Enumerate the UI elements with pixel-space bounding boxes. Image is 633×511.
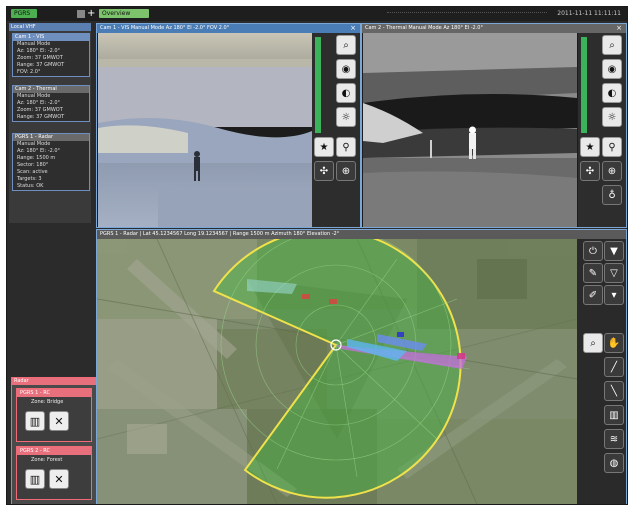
- contrast-icon[interactable]: ◐: [602, 83, 622, 103]
- sensor-card-line: Scan: active: [17, 169, 48, 175]
- globe-icon[interactable]: ◍: [604, 453, 624, 473]
- map-window: PGRS 1 - Radar | Lat 45.1234567 Long 19.…: [96, 229, 627, 504]
- map-title: PGRS 1 - Radar | Lat 45.1234567 Long 19.…: [97, 230, 626, 239]
- star-icon[interactable]: ★: [580, 137, 600, 157]
- sensor-card-title: Cam 2 - Thermal: [13, 86, 89, 93]
- status-divider: [387, 12, 547, 16]
- camera-video-feed[interactable]: [98, 33, 312, 227]
- sensor-card-radar[interactable]: PGRS 1 - Radar Manual Mode Az: 180° El: …: [12, 133, 90, 191]
- link-icon[interactable]: ⚲: [336, 137, 356, 157]
- zoom-slider[interactable]: [315, 37, 321, 133]
- zoom-icon[interactable]: ⌕: [602, 35, 622, 55]
- triangle-icon[interactable]: ▾: [604, 285, 624, 305]
- sensor-card-line: Status: OK: [17, 183, 44, 189]
- sensor-card-line: Manual Mode: [17, 141, 51, 147]
- sensor-list-header: Local VHF: [9, 23, 91, 31]
- power-icon[interactable]: ⏻: [583, 241, 603, 261]
- binoculars-icon[interactable]: ◉: [336, 59, 356, 79]
- ruler-icon[interactable]: ╲: [604, 381, 624, 401]
- star-icon[interactable]: ★: [314, 137, 334, 157]
- sensor-card-title: PGRS 1 - Radar: [13, 134, 89, 141]
- zone-box-title: PGRS 2 - RC: [17, 447, 91, 455]
- close-icon[interactable]: ✕: [49, 469, 69, 489]
- link-icon[interactable]: ⚲: [602, 137, 622, 157]
- app-window: PGRS + Overview 2011-11-11 11:11:11 Loca…: [6, 6, 628, 505]
- map-icon[interactable]: ▥: [25, 469, 45, 489]
- zoom-icon[interactable]: ⌕: [336, 35, 356, 55]
- zoom-slider[interactable]: [581, 37, 587, 133]
- move-icon[interactable]: ✣: [314, 161, 334, 181]
- hand-icon[interactable]: ✋: [604, 333, 624, 353]
- sensor-card-line: Az: 180° El: -2.0°: [17, 148, 61, 154]
- line-tool-icon[interactable]: ╱: [604, 357, 624, 377]
- brightness-icon[interactable]: ☼: [602, 107, 622, 127]
- close-icon[interactable]: ✕: [49, 411, 69, 431]
- funnel-icon[interactable]: ▽: [604, 263, 624, 283]
- sensor-card-line: Zoom: 37 GMWOT: [17, 107, 63, 113]
- sensor-card-line: Range: 1500 m: [17, 155, 56, 161]
- sensor-card-line: Sector: 180°: [17, 162, 49, 168]
- map-icon[interactable]: ▥: [25, 411, 45, 431]
- zone-box-line: Zone: Forest: [31, 457, 63, 463]
- sensor-card-line: Targets: 3: [17, 176, 42, 182]
- zone-box-2[interactable]: PGRS 2 - RC Zone: Forest ▥ ✕: [16, 446, 92, 500]
- sensor-list-panel: Local VHF Cam 1 - VIS Manual Mode Az: 18…: [9, 23, 91, 223]
- filter-icon[interactable]: ▼: [604, 241, 624, 261]
- mode-selector[interactable]: Overview: [99, 9, 149, 18]
- target-icon[interactable]: ⊕: [602, 161, 622, 181]
- map-layer-icon[interactable]: ▥: [604, 405, 624, 425]
- map-toolbar: ⏻ ▼ ✎ ▽ ✐ ▾ ⌕ ✋ ╱ ╲ ▥ ≋ ◍: [577, 239, 626, 504]
- layout-icon[interactable]: [77, 10, 85, 18]
- close-icon[interactable]: ×: [350, 24, 356, 33]
- sensor-card-line: FOV: 2.0°: [17, 69, 41, 75]
- binoculars-icon[interactable]: ◉: [602, 59, 622, 79]
- camera-video-feed[interactable]: [363, 33, 577, 227]
- sensor-card-title: Cam 1 - VIS: [13, 34, 89, 41]
- sensor-card-line: Manual Mode: [17, 41, 51, 47]
- sensor-card-cam2[interactable]: Cam 2 - Thermal Manual Mode Az: 180° El:…: [12, 85, 90, 122]
- sensor-card-line: Manual Mode: [17, 93, 51, 99]
- layers-icon[interactable]: ≋: [604, 429, 624, 449]
- sensor-card-cam1[interactable]: Cam 1 - VIS Manual Mode Az: 180° El: -2.…: [12, 33, 90, 77]
- zone-box-title: PGRS 1 - RC: [17, 389, 91, 397]
- add-icon[interactable]: +: [87, 7, 95, 21]
- sensor-card-line: Range: 37 GMWOT: [17, 114, 65, 120]
- crosshair-icon[interactable]: ⊕: [336, 161, 356, 181]
- camera-window-visible: Cam 1 - VIS Manual Mode Az 180° El -2.0°…: [96, 23, 361, 228]
- visible-scene: [98, 33, 312, 227]
- camera-controls: ⌕ ◉ ◐ ☼ ★ ⚲ ✣ ⊕: [312, 33, 360, 227]
- top-bar: PGRS + Overview 2011-11-11 11:11:11: [7, 7, 627, 21]
- pencil-icon[interactable]: ✐: [583, 285, 603, 305]
- zone-box-1[interactable]: PGRS 1 - RC Zone: Bridge ▥ ✕: [16, 388, 92, 442]
- move-icon[interactable]: ✣: [580, 161, 600, 181]
- camera-controls: ⌕ ◉ ◐ ☼ ★ ⚲ ✣ ⊕ ♁: [578, 33, 626, 227]
- sensor-card-line: Zoom: 37 GMWOT: [17, 55, 63, 61]
- camera-title: Cam 2 - Thermal Manual Mode Az 180° El -…: [362, 24, 626, 33]
- camera-window-thermal: Cam 2 - Thermal Manual Mode Az 180° El -…: [361, 23, 627, 228]
- clock: 2011-11-11 11:11:11: [557, 10, 621, 17]
- satellite-map[interactable]: [97, 230, 578, 504]
- contrast-icon[interactable]: ◐: [336, 83, 356, 103]
- magnifier-icon[interactable]: ⌕: [583, 333, 603, 353]
- draw-icon[interactable]: ✎: [583, 263, 603, 283]
- thermal-scene: [363, 33, 577, 227]
- bulb-icon[interactable]: ♁: [602, 185, 622, 205]
- sensor-card-line: Az: 180° El: -2.0°: [17, 100, 61, 106]
- zone-control-panel: Radar PGRS 1 - RC Zone: Bridge ▥ ✕ PGRS …: [11, 377, 97, 504]
- brightness-icon[interactable]: ☼: [336, 107, 356, 127]
- camera-title: Cam 1 - VIS Manual Mode Az 180° El -2.0°…: [97, 24, 360, 33]
- zone-box-line: Zone: Bridge: [31, 399, 64, 405]
- map-canvas: [97, 230, 578, 504]
- zone-panel-header: Radar: [12, 378, 96, 385]
- close-icon[interactable]: ×: [616, 24, 622, 33]
- sensor-card-line: Az: 180° El: -2.0°: [17, 48, 61, 54]
- home-badge[interactable]: PGRS: [11, 9, 37, 18]
- sensor-card-line: Range: 37 GMWOT: [17, 62, 65, 68]
